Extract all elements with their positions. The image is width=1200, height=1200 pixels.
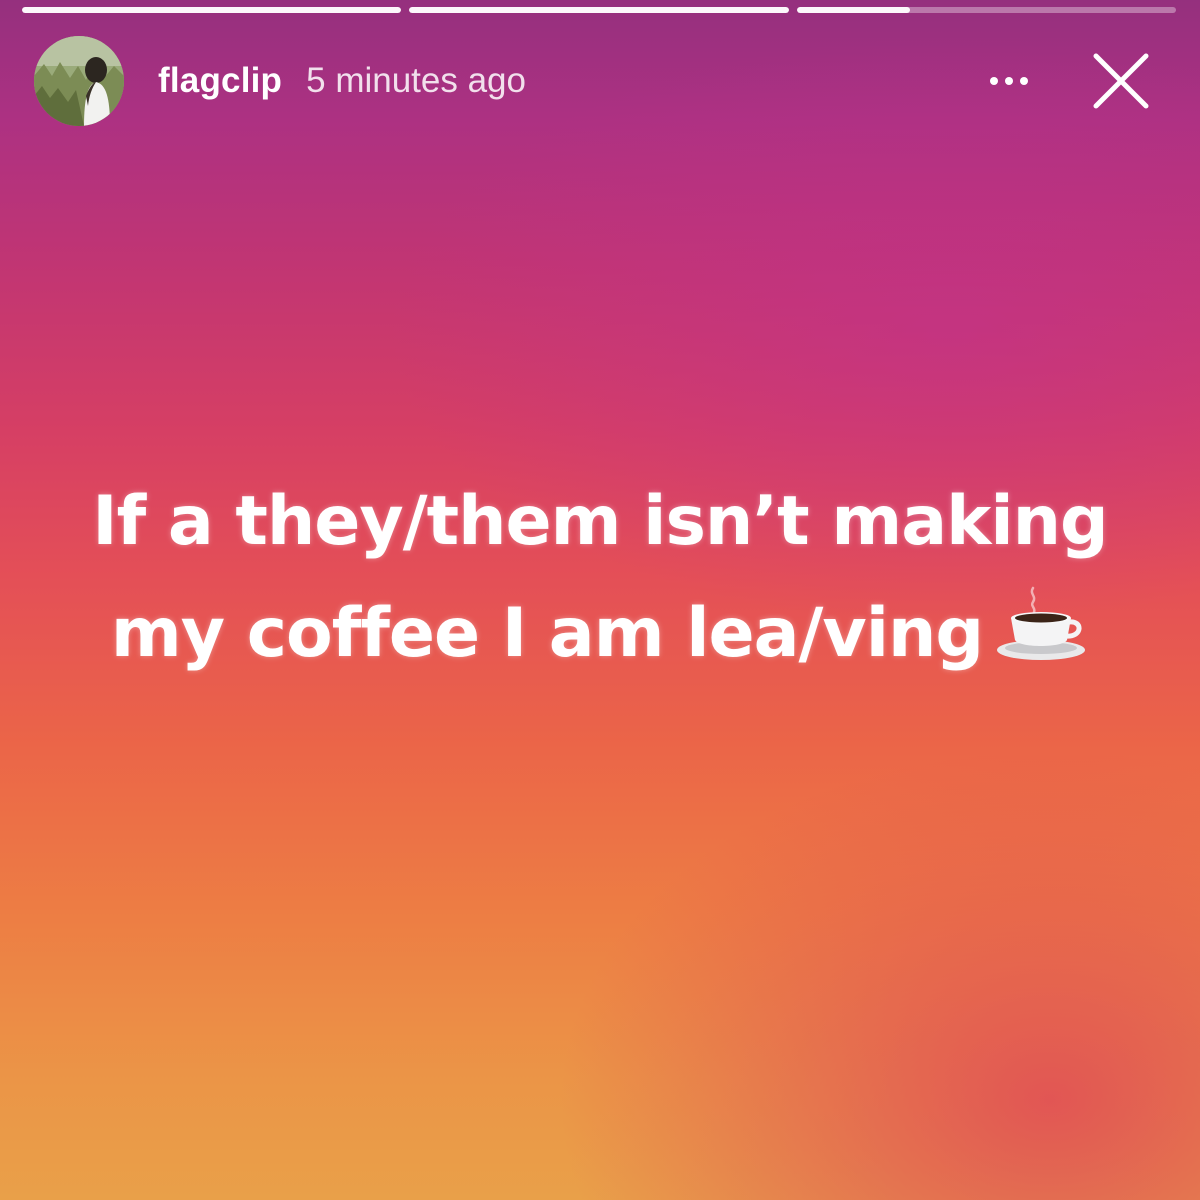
story-header: flagclip 5 minutes ago (34, 36, 1176, 126)
progress-segment (22, 7, 402, 13)
progress-fill (22, 7, 402, 13)
close-icon (1093, 53, 1149, 109)
avatar[interactable] (34, 36, 124, 126)
more-horizontal-icon (1005, 77, 1013, 85)
progress-segment (796, 7, 1176, 13)
story-text: If a they/them isn’t making my coffee I … (0, 466, 1200, 690)
story-text-line-1: If a they/them isn’t making (92, 482, 1108, 561)
progress-fill (796, 7, 911, 13)
more-horizontal-icon (990, 77, 998, 85)
more-horizontal-icon (1020, 77, 1028, 85)
story-viewer[interactable]: flagclip 5 minutes ago If a they/them is… (0, 0, 1200, 1200)
story-text-line-2-text: my coffee I am lea/ving (110, 594, 984, 673)
story-text-line-2: my coffee I am lea/ving (0, 578, 1200, 690)
hot-beverage-icon (997, 586, 1086, 660)
timestamp: 5 minutes ago (306, 61, 526, 100)
avatar-image (34, 36, 124, 126)
story-progress-bar (22, 7, 1176, 13)
username[interactable]: flagclip (158, 61, 282, 101)
more-options-button[interactable] (974, 51, 1044, 111)
progress-fill (409, 7, 789, 13)
close-button[interactable] (1086, 46, 1156, 116)
progress-segment (409, 7, 789, 13)
